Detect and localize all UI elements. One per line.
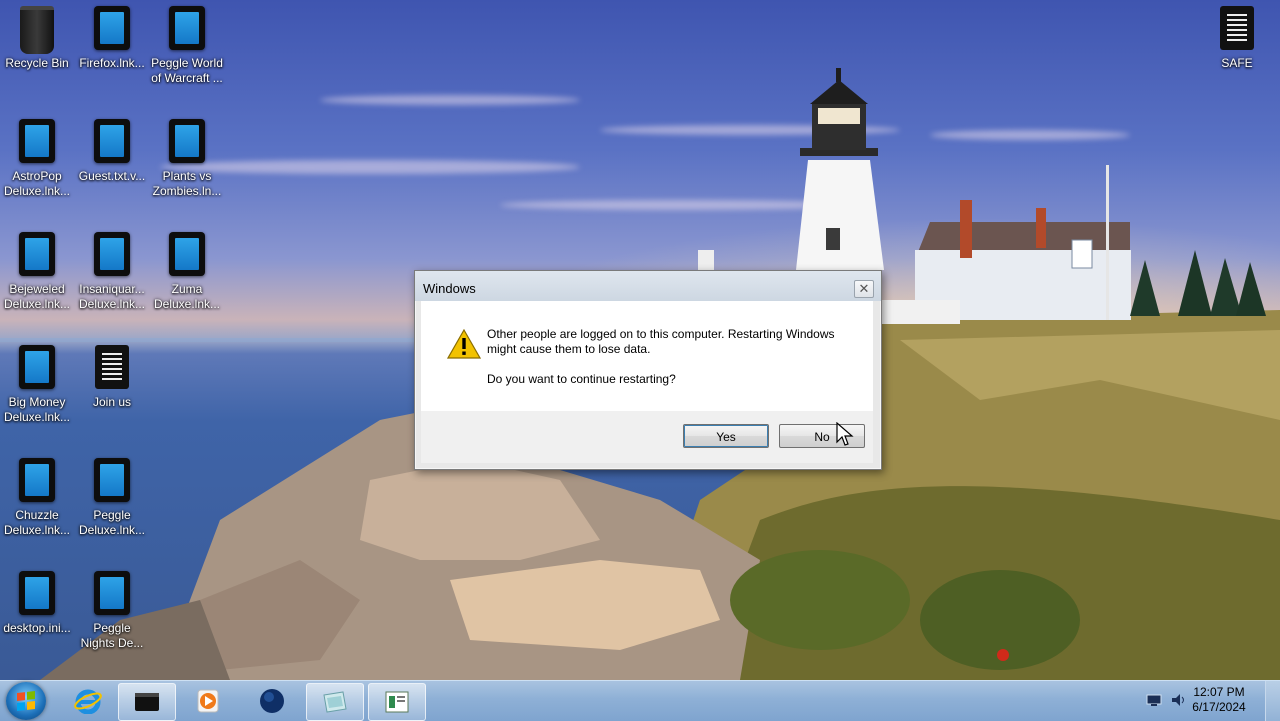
terminal-icon [135, 693, 159, 711]
shortcut-icon [93, 119, 131, 165]
desktop-icon-big-money[interactable]: Big Money Deluxe.lnk... [0, 339, 74, 425]
close-button[interactable]: ✕ [854, 280, 874, 298]
folder-icon [323, 691, 347, 713]
network-icon[interactable] [1146, 693, 1162, 707]
clock-time: 12:07 PM [1193, 685, 1245, 699]
restart-warning-dialog: Windows ✕ Other people are logged on to … [414, 270, 882, 470]
desktop-icon-join-us[interactable]: Join us [75, 339, 149, 410]
desktop-icon-safe[interactable]: SAFE [1200, 0, 1274, 71]
dialog-button-bar: Yes No [421, 411, 873, 463]
shortcut-icon [93, 458, 131, 504]
shortcut-icon [18, 232, 56, 278]
desktop-icon-label: Guest.txt.v... [78, 169, 146, 183]
desktop-icon-label: AstroPop Deluxe.lnk... [3, 169, 71, 198]
internet-explorer-icon [74, 689, 102, 714]
system-clock[interactable]: 12:07 PM 6/17/2024 [1184, 685, 1254, 715]
dialog-body: Other people are logged on to this compu… [421, 301, 873, 411]
taskbar-terminal[interactable] [118, 683, 176, 721]
desktop-icon-label: Recycle Bin [5, 56, 69, 70]
shortcut-icon [18, 119, 56, 165]
shortcut-icon [18, 571, 56, 617]
desktop-icon-label: Join us [92, 395, 132, 409]
taskbar-internet-explorer[interactable] [60, 683, 116, 719]
desktop-icon-zuma[interactable]: Zuma Deluxe.lnk... [150, 226, 224, 312]
desktop-icon-desktop-ini[interactable]: desktop.ini... [0, 565, 74, 636]
desktop-icon-label: Peggle World of Warcraft ... [151, 56, 223, 85]
desktop-icon-label: SAFE [1221, 56, 1253, 70]
shortcut-icon [18, 345, 56, 391]
mouse-cursor-icon [836, 422, 854, 446]
shortcut-icon [93, 571, 131, 617]
desktop-icon-guest-txt[interactable]: Guest.txt.v... [75, 113, 149, 184]
dialog-message: Other people are logged on to this compu… [487, 327, 835, 356]
close-icon: ✕ [858, 281, 870, 296]
desktop-icon-peggle-nights[interactable]: Peggle Nights De... [75, 565, 149, 651]
desktop-icon-peggle[interactable]: Peggle Deluxe.lnk... [75, 452, 149, 538]
desktop-icon-label: Peggle Nights De... [80, 621, 144, 650]
taskbar: 12:07 PM 6/17/2024 [0, 680, 1280, 721]
shortcut-icon [93, 232, 131, 278]
shortcut-icon [168, 119, 206, 165]
recycle-bin-icon [18, 6, 56, 54]
shortcut-icon [168, 232, 206, 278]
shortcut-icon [18, 458, 56, 504]
dialog-title: Windows [423, 281, 476, 296]
desktop-icon-chuzzle[interactable]: Chuzzle Deluxe.lnk... [0, 452, 74, 538]
yes-button[interactable]: Yes [683, 424, 769, 448]
desktop-icon-label: desktop.ini... [3, 621, 71, 635]
taskbar-notepad[interactable] [368, 683, 426, 721]
taskbar-folder[interactable] [306, 683, 364, 721]
taskbar-globe-app[interactable] [244, 683, 300, 719]
media-player-icon [197, 689, 219, 713]
dialog-titlebar[interactable]: Windows ✕ [415, 271, 881, 301]
desktop-icon-bejeweled[interactable]: Bejeweled Deluxe.lnk... [0, 226, 74, 312]
desktop-icon-peggle-wow[interactable]: Peggle World of Warcraft ... [150, 0, 224, 86]
desktop-icon-label: Big Money Deluxe.lnk... [3, 395, 71, 424]
notepad-icon [385, 691, 409, 713]
clock-date: 6/17/2024 [1192, 700, 1246, 714]
desktop-icon-label: Peggle Deluxe.lnk... [78, 508, 146, 537]
desktop-icon-insaniquarium[interactable]: Insaniquar... Deluxe.lnk... [75, 226, 149, 312]
desktop-icon-label: Plants vs Zombies.ln... [152, 169, 222, 198]
shortcut-icon [168, 6, 206, 52]
desktop-icon-label: Insaniquar... Deluxe.lnk... [78, 282, 146, 311]
show-desktop-button[interactable] [1265, 681, 1280, 721]
globe-icon [260, 689, 284, 713]
desktop-icon-label: Bejeweled Deluxe.lnk... [3, 282, 71, 311]
text-document-icon [1218, 6, 1256, 52]
text-document-icon [93, 345, 131, 391]
shortcut-icon [93, 6, 131, 52]
desktop-icon-label: Chuzzle Deluxe.lnk... [3, 508, 71, 537]
dialog-question: Do you want to continue restarting? [487, 372, 676, 386]
warning-icon [447, 329, 481, 359]
start-button[interactable] [6, 682, 46, 720]
desktop-icon-label: Zuma Deluxe.lnk... [153, 282, 221, 311]
desktop-icon-recycle-bin[interactable]: Recycle Bin [0, 0, 74, 71]
desktop-icon-plants-vs-zombies[interactable]: Plants vs Zombies.ln... [150, 113, 224, 199]
desktop-icon-astropop[interactable]: AstroPop Deluxe.lnk... [0, 113, 74, 199]
desktop-icon-label: Firefox.lnk... [79, 56, 145, 70]
desktop-icon-firefox[interactable]: Firefox.lnk... [75, 0, 149, 71]
taskbar-media-player[interactable] [180, 683, 236, 719]
